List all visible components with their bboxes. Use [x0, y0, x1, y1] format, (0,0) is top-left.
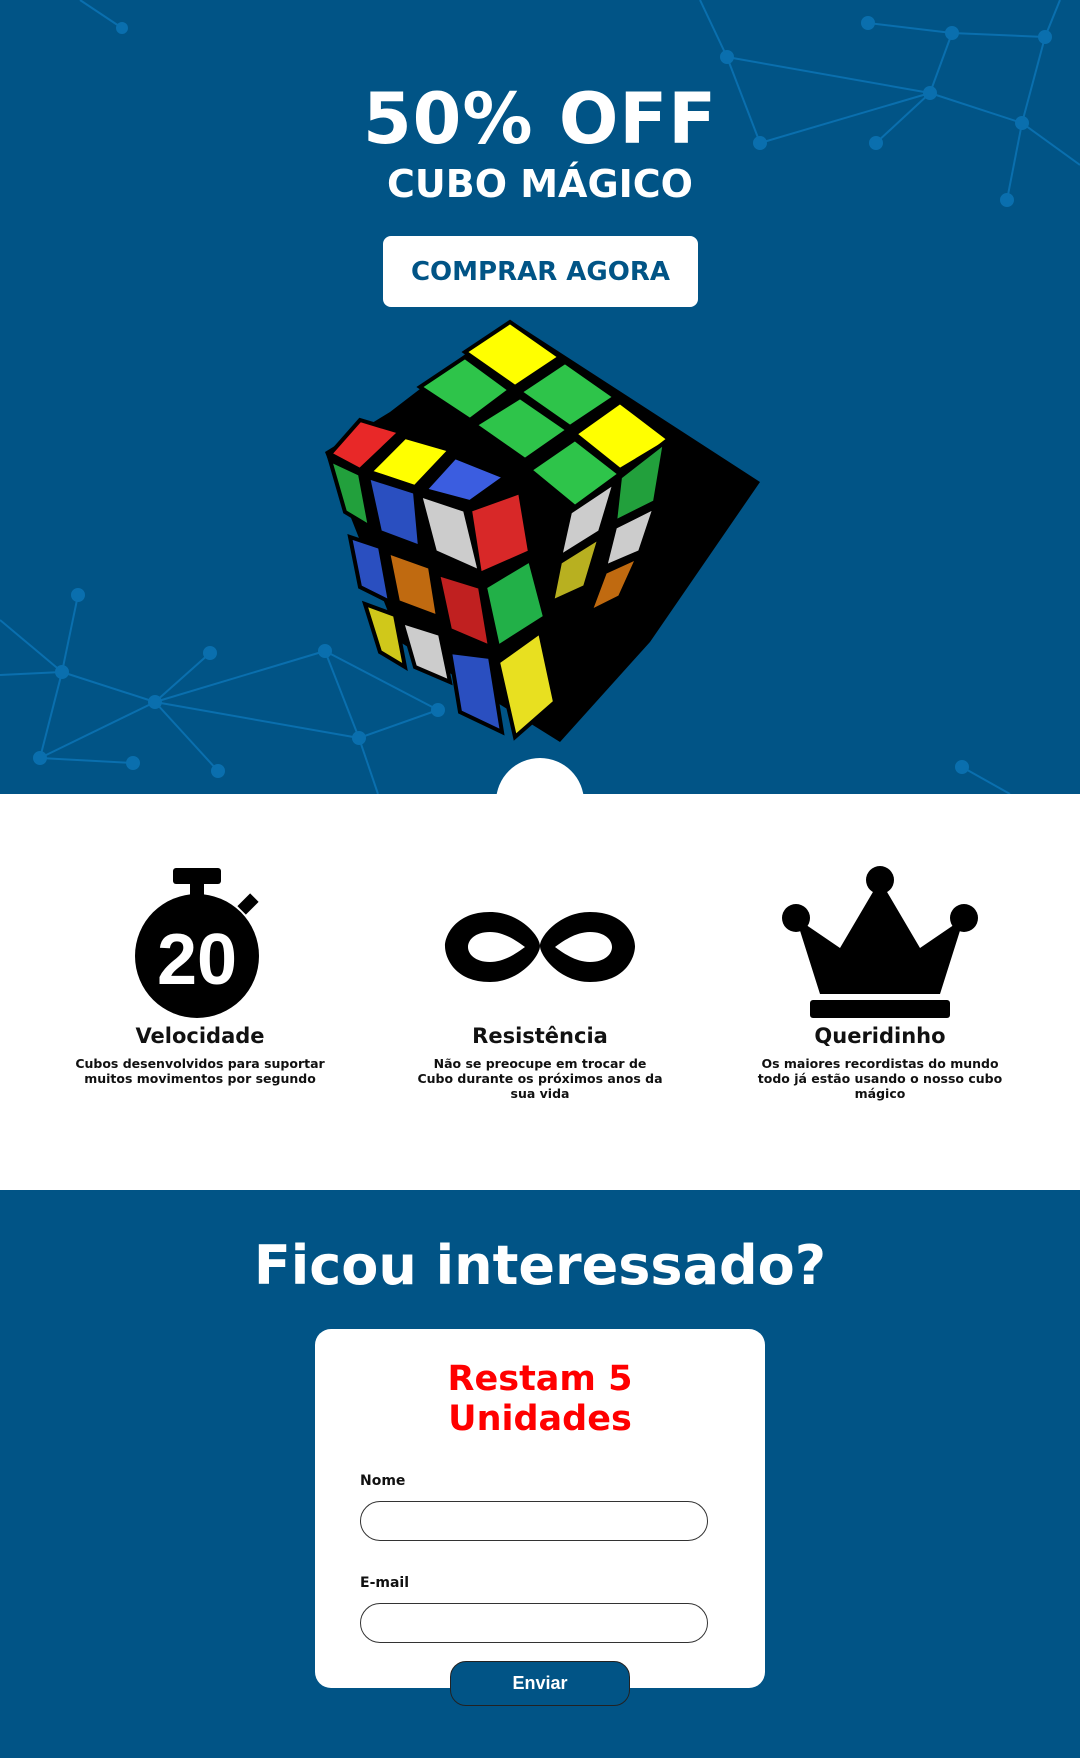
feature-description: Cubos desenvolvidos para suportar muitos…: [75, 1056, 325, 1086]
signup-section: Ficou interessado? Restam 5 Unidades Nom…: [0, 1190, 1080, 1758]
timer-number: 20: [157, 920, 237, 1000]
buy-now-button[interactable]: COMPRAR AGORA: [383, 236, 698, 307]
feature-favorite: Queridinho Os maiores recordistas do mun…: [755, 866, 1005, 1190]
signup-form: Restam 5 Unidades Nome E-mail Enviar: [315, 1329, 765, 1706]
feature-title: Queridinho: [814, 1024, 946, 1048]
stock-alert: Restam 5 Unidades: [447, 1359, 633, 1439]
stopwatch-20-icon: 20: [135, 868, 259, 1018]
feature-description: Não se preocupe em trocar de Cubo durant…: [417, 1056, 663, 1101]
email-input[interactable]: [360, 1603, 708, 1643]
features-section: 20 Velocidade Cubos desenvolvidos para s…: [0, 794, 1080, 1190]
cta-heading: Ficou interessado?: [253, 1234, 827, 1297]
feature-description: Os maiores recordistas do mundo todo já …: [757, 1056, 1003, 1101]
hero-section: 50% OFF CUBO MÁGICO COMPRAR AGORA: [0, 0, 1080, 794]
product-subtitle: CUBO MÁGICO: [387, 162, 693, 206]
name-label: Nome: [360, 1473, 406, 1489]
discount-title: 50% OFF: [362, 78, 718, 160]
feature-speed: 20 Velocidade Cubos desenvolvidos para s…: [75, 866, 325, 1190]
crown-icon: [782, 866, 978, 1018]
name-input[interactable]: [360, 1501, 708, 1541]
feature-title: Velocidade: [135, 1024, 265, 1048]
infinity-icon: [445, 912, 635, 982]
rubiks-cube-image: [325, 319, 760, 742]
feature-durability: Resistência Não se preocupe em trocar de…: [415, 866, 665, 1190]
email-label: E-mail: [360, 1575, 410, 1591]
feature-title: Resistência: [472, 1024, 608, 1048]
submit-button[interactable]: Enviar: [450, 1661, 630, 1706]
